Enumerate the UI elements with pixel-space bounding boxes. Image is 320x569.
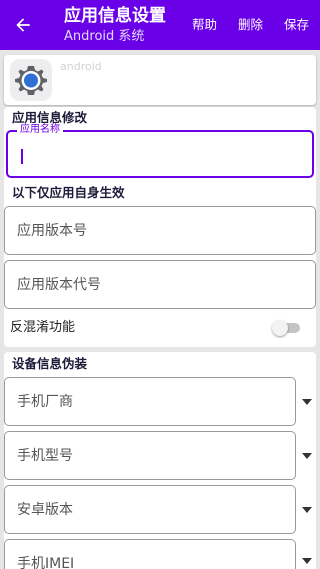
version-code-placeholder: 应用版本代号 <box>17 277 101 293</box>
app-card: android <box>4 55 316 105</box>
page-title: 应用信息设置 <box>64 6 166 26</box>
version-code-input[interactable]: 应用版本代号 <box>4 260 316 309</box>
model-select[interactable]: 手机型号 <box>4 431 296 480</box>
dropdown-arrow-icon <box>302 507 312 513</box>
delete-button[interactable]: 删除 <box>238 16 263 34</box>
package-name: android <box>60 60 102 73</box>
model-dropdown-button[interactable] <box>300 451 314 461</box>
save-button[interactable]: 保存 <box>284 16 309 34</box>
page-subtitle: Android 系统 <box>64 29 145 44</box>
text-cursor <box>21 149 23 164</box>
section-title-device: 设备信息伪装 <box>12 356 88 371</box>
app-bar: 应用信息设置 Android 系统 帮助 删除 保存 <box>0 0 320 50</box>
imei-select[interactable]: 手机IMEI <box>4 539 296 569</box>
obfuscate-label: 反混淆功能 <box>10 320 76 335</box>
android-version-dropdown-button[interactable] <box>300 505 314 515</box>
dropdown-arrow-icon <box>302 453 312 459</box>
model-placeholder: 手机型号 <box>17 448 73 464</box>
app-name-input[interactable]: 应用名称 <box>6 123 314 178</box>
back-button[interactable] <box>8 11 38 39</box>
manufacturer-dropdown-button[interactable] <box>300 397 314 407</box>
manufacturer-placeholder: 手机厂商 <box>17 394 73 410</box>
manufacturer-select[interactable]: 手机厂商 <box>4 377 296 426</box>
dropdown-arrow-icon <box>302 399 312 405</box>
section-title-self-only: 以下仅应用自身生效 <box>12 185 125 200</box>
arrow-back-icon <box>16 18 30 32</box>
android-version-select[interactable]: 安卓版本 <box>4 485 296 534</box>
help-button[interactable]: 帮助 <box>192 16 217 34</box>
imei-placeholder: 手机IMEI <box>17 556 75 569</box>
version-name-input[interactable]: 应用版本号 <box>4 206 316 255</box>
android-version-placeholder: 安卓版本 <box>17 502 73 518</box>
settings-gear-icon <box>9 58 53 102</box>
toggle-thumb <box>272 320 288 336</box>
version-name-placeholder: 应用版本号 <box>17 223 87 239</box>
dropdown-arrow-icon <box>302 558 312 564</box>
obfuscate-toggle[interactable] <box>272 320 300 336</box>
app-name-label: 应用名称 <box>17 123 63 137</box>
imei-dropdown-button[interactable] <box>300 556 314 566</box>
